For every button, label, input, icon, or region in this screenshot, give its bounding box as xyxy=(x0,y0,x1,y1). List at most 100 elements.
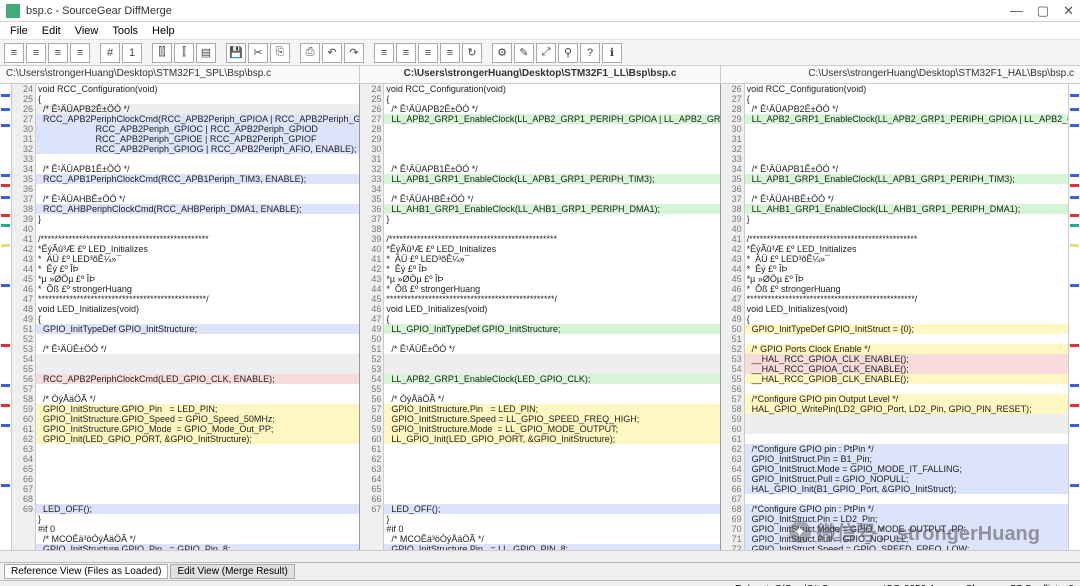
code-line[interactable]: LL_AHB1_GRP1_EnableClock(LL_AHB1_GRP1_PE… xyxy=(384,204,719,214)
overview-mark[interactable] xyxy=(1,244,10,247)
code-line[interactable]: } xyxy=(36,514,359,524)
code-line[interactable] xyxy=(745,184,1068,194)
code-line[interactable]: GPIO_InitStruct.Mode = GPIO_MODE_IT_FALL… xyxy=(745,464,1068,474)
code-line[interactable] xyxy=(36,484,359,494)
toolbar-button-0[interactable]: ≡ xyxy=(4,43,24,63)
overview-mark[interactable] xyxy=(1070,404,1079,407)
overview-mark[interactable] xyxy=(1070,424,1079,427)
code-line[interactable]: #if 0 xyxy=(36,524,359,534)
code-line[interactable]: * Êý £º ÎÞ xyxy=(36,264,359,274)
code-line[interactable]: ****************************************… xyxy=(745,294,1068,304)
code-line[interactable] xyxy=(745,414,1068,424)
code-line[interactable]: /* Ê¹ÄÜAPB2Ê±ÖÓ */ xyxy=(745,104,1068,114)
toolbar-button-18[interactable]: ≡ xyxy=(440,43,460,63)
toolbar-button-19[interactable]: ↻ xyxy=(462,43,482,63)
code-line[interactable]: __HAL_RCC_GPIOA_CLK_ENABLE(); xyxy=(745,354,1068,364)
code-line[interactable] xyxy=(384,354,719,364)
code-line[interactable] xyxy=(384,184,719,194)
code-line[interactable]: } xyxy=(384,214,719,224)
code-line[interactable]: * Êý £º ÎÞ xyxy=(745,264,1068,274)
code-line[interactable] xyxy=(384,154,719,164)
code-line[interactable]: *µ »ØÖµ £º ÎÞ xyxy=(745,274,1068,284)
code-line[interactable]: __HAL_RCC_GPIOB_CLK_ENABLE(); xyxy=(745,374,1068,384)
code-line[interactable]: GPIO_InitStruct.Mode = GPIO_MODE_OUTPUT_… xyxy=(745,524,1068,534)
overview-mark[interactable] xyxy=(1,384,10,387)
toolbar-button-2[interactable]: ≡ xyxy=(48,43,68,63)
code-line[interactable]: * Êý £º ÎÞ xyxy=(384,264,719,274)
code-line[interactable]: GPIO_InitStructure.GPIO_Pin = LED_PIN; xyxy=(36,404,359,414)
code-line[interactable] xyxy=(384,494,719,504)
toolbar-button-9[interactable]: 💾 xyxy=(226,43,246,63)
code-line[interactable]: RCC_APB2PeriphClockCmd(RCC_APB2Periph_GP… xyxy=(36,114,359,124)
code-line[interactable]: { xyxy=(745,314,1068,324)
overview-mark[interactable] xyxy=(1,224,10,227)
code-line[interactable]: { xyxy=(384,94,719,104)
overview-mark[interactable] xyxy=(1,124,10,127)
code-line[interactable] xyxy=(745,434,1068,444)
code-line[interactable]: void RCC_Configuration(void) xyxy=(745,84,1068,94)
code-line[interactable]: RCC_APB2PeriphClockCmd(LED_GPIO_CLK, ENA… xyxy=(36,374,359,384)
code-line[interactable]: } xyxy=(384,514,719,524)
code-line[interactable] xyxy=(745,124,1068,134)
code-line[interactable]: { xyxy=(745,94,1068,104)
code-line[interactable]: void LED_Initializes(void) xyxy=(384,304,719,314)
code-line[interactable] xyxy=(384,334,719,344)
code-line[interactable] xyxy=(745,154,1068,164)
code-line[interactable]: } xyxy=(745,214,1068,224)
code-line[interactable]: void LED_Initializes(void) xyxy=(36,304,359,314)
toolbar-button-23[interactable]: ⚲ xyxy=(558,43,578,63)
code-line[interactable]: ****************************************… xyxy=(36,294,359,304)
toolbar-button-16[interactable]: ≡ xyxy=(396,43,416,63)
overview-mark[interactable] xyxy=(1070,196,1079,199)
toolbar-button-4[interactable]: # xyxy=(100,43,120,63)
code-line[interactable]: /* Ê¹ÄÜAPB2Ê±ÖÓ */ xyxy=(384,104,719,114)
code-line[interactable] xyxy=(745,224,1068,234)
code-line[interactable] xyxy=(36,334,359,344)
code-line[interactable] xyxy=(384,144,719,154)
right-code[interactable]: void RCC_Configuration(void){ /* Ê¹ÄÜAPB… xyxy=(745,84,1068,550)
overview-mark[interactable] xyxy=(1,196,10,199)
code-line[interactable]: GPIO_InitStruct.Pull = GPIO_NOPULL; xyxy=(745,534,1068,544)
edit-view-tab[interactable]: Edit View (Merge Result) xyxy=(170,564,294,579)
code-line[interactable]: } xyxy=(36,214,359,224)
code-line[interactable] xyxy=(745,134,1068,144)
code-line[interactable]: HAL_GPIO_Init(B1_GPIO_Port, &GPIO_InitSt… xyxy=(745,484,1068,494)
code-line[interactable] xyxy=(36,474,359,484)
code-line[interactable]: * ÄÜ £º LED³õÊ¼»¯ xyxy=(384,254,719,264)
code-line[interactable]: GPIO_InitStruct.Pull = GPIO_NOPULL; xyxy=(745,474,1068,484)
toolbar-button-14[interactable]: ↷ xyxy=(344,43,364,63)
code-line[interactable]: LED_OFF(); xyxy=(384,504,719,514)
toolbar-button-8[interactable]: ▤ xyxy=(196,43,216,63)
code-line[interactable]: GPIO_InitStructure.Pin = LED_PIN; xyxy=(384,404,719,414)
code-line[interactable] xyxy=(745,334,1068,344)
code-line[interactable]: RCC_APB1PeriphClockCmd(RCC_APB1Periph_TI… xyxy=(36,174,359,184)
code-line[interactable]: /* Ê¹ÄÜAPB1Ê±ÖÓ */ xyxy=(745,164,1068,174)
right-overview-strip[interactable] xyxy=(1068,84,1080,550)
code-line[interactable] xyxy=(745,424,1068,434)
code-line[interactable]: LL_APB2_GRP1_EnableClock(LL_APB2_GRP1_PE… xyxy=(384,114,719,124)
overview-mark[interactable] xyxy=(1,184,10,187)
code-line[interactable]: { xyxy=(36,94,359,104)
code-line[interactable]: /* ÒýÅäÖÃ */ xyxy=(384,394,719,404)
code-line[interactable]: * Õß £º strongerHuang xyxy=(384,284,719,294)
code-line[interactable] xyxy=(36,444,359,454)
menu-help[interactable]: Help xyxy=(146,24,181,38)
code-line[interactable]: /*Configure GPIO pin : PtPin */ xyxy=(745,444,1068,454)
code-line[interactable]: ****************************************… xyxy=(384,294,719,304)
maximize-button[interactable]: ▢ xyxy=(1037,3,1049,19)
code-line[interactable]: *ÊýÃû³Æ £º LED_Initializes xyxy=(745,244,1068,254)
close-button[interactable]: ✕ xyxy=(1063,3,1074,19)
code-line[interactable]: LL_AHB1_GRP1_EnableClock(LL_AHB1_GRP1_PE… xyxy=(745,204,1068,214)
code-line[interactable]: /* Ê¹ÄÜÊ±ÖÓ */ xyxy=(36,344,359,354)
code-line[interactable]: { xyxy=(384,314,719,324)
toolbar-button-13[interactable]: ↶ xyxy=(322,43,342,63)
code-line[interactable]: /*Configure GPIO pin Output Level */ xyxy=(745,394,1068,404)
code-line[interactable]: void LED_Initializes(void) xyxy=(745,304,1068,314)
code-line[interactable]: /***************************************… xyxy=(745,234,1068,244)
toolbar-button-7[interactable]: ⫿ xyxy=(174,43,194,63)
overview-mark[interactable] xyxy=(1,214,10,217)
code-line[interactable] xyxy=(36,154,359,164)
code-line[interactable] xyxy=(745,384,1068,394)
toolbar-button-22[interactable]: ⤢ xyxy=(536,43,556,63)
code-line[interactable]: LL_APB2_GRP1_EnableClock(LL_APB2_GRP1_PE… xyxy=(745,114,1068,124)
